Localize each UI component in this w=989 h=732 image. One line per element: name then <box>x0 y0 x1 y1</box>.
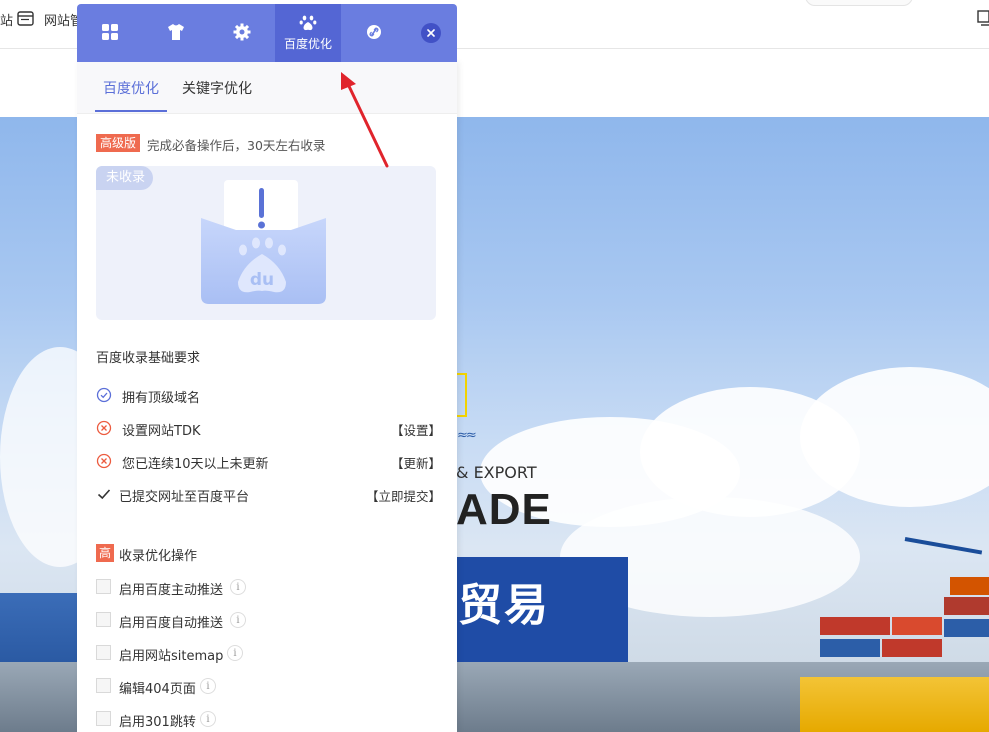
toolbar-settings-button[interactable] <box>209 4 275 62</box>
toolbar-item-label: 百度优化 <box>283 37 332 51</box>
hero-title: ADE <box>456 485 552 534</box>
optimization-option: 启用301跳转 i <box>96 710 396 730</box>
optimization-title: 收录优化操作 <box>119 549 198 564</box>
hero-ship <box>800 677 989 732</box>
toolbar-layout-button[interactable] <box>77 4 143 62</box>
error-circle-icon <box>96 453 112 469</box>
option-checkbox[interactable] <box>96 678 111 693</box>
active-tab-indicator <box>95 110 167 112</box>
site-manage-icon <box>17 11 34 26</box>
hero-cn-title: 贸易 <box>458 580 550 631</box>
option-label: 启用网站sitemap <box>119 649 224 664</box>
option-checkbox[interactable] <box>96 579 111 594</box>
requirement-row: 拥有顶级域名 <box>96 385 441 406</box>
option-label: 启用百度主动推送 <box>119 583 224 598</box>
info-icon[interactable]: i <box>200 711 216 727</box>
set-tdk-link[interactable]: 【设置】 <box>391 420 441 439</box>
advanced-badge: 高 <box>96 544 114 562</box>
toolbar-theme-button[interactable] <box>143 4 209 62</box>
close-panel-button[interactable] <box>421 23 441 43</box>
premium-note: 完成必备操作后，30天左右收录 <box>147 138 326 153</box>
optimization-option: 启用百度主动推送 i <box>96 578 396 598</box>
error-circle-icon <box>96 420 112 436</box>
paw-icon <box>299 15 317 31</box>
shirt-icon <box>168 23 184 40</box>
wave-icon: ≈≈ <box>457 428 477 443</box>
optimization-option: 启用百度自动推送 i <box>96 611 396 631</box>
editor-toolbar: 百度优化 <box>77 4 457 62</box>
preview-icon[interactable] <box>977 10 989 26</box>
topbar-search-pill[interactable] <box>805 0 913 6</box>
close-icon <box>427 29 435 37</box>
hero-crane <box>904 537 983 555</box>
tab-baidu-seo[interactable]: 百度优化 <box>103 78 159 98</box>
toolbar-baidu-seo-button[interactable]: 百度优化 <box>275 4 341 62</box>
info-icon[interactable]: i <box>230 612 246 628</box>
tab-keyword-seo[interactable]: 关键字优化 <box>182 78 252 98</box>
option-label: 编辑404页面 <box>119 682 196 697</box>
info-icon[interactable]: i <box>200 678 216 694</box>
requirement-text: 设置网站TDK <box>122 424 201 439</box>
toolbar-link-button[interactable] <box>341 4 407 62</box>
requirements-title: 百度收录基础要求 <box>96 351 201 366</box>
gear-icon <box>233 23 251 40</box>
requirement-row: 设置网站TDK 【设置】 <box>96 418 441 439</box>
grid-icon <box>102 23 118 40</box>
hero-subtitle: & EXPORT <box>456 463 537 482</box>
info-icon[interactable]: i <box>227 645 243 661</box>
link-icon <box>367 24 381 39</box>
baidu-seo-panel: 百度优化 关键字优化 高级版 完成必备操作后，30天左右收录 未收录 du 百度… <box>77 62 457 732</box>
hero-containers <box>820 577 989 677</box>
optimization-option: 启用网站sitemap i <box>96 644 396 664</box>
annotation-arrow-icon <box>341 72 389 168</box>
requirement-row: 您已连续10天以上未更新 【更新】 <box>96 451 441 472</box>
option-label: 启用301跳转 <box>119 715 196 730</box>
checkmark-icon <box>97 489 111 500</box>
option-checkbox[interactable] <box>96 645 111 660</box>
option-label: 启用百度自动推送 <box>119 616 224 631</box>
check-circle-icon <box>96 387 112 403</box>
requirement-text: 拥有顶级域名 <box>122 391 201 406</box>
option-checkbox[interactable] <box>96 612 111 627</box>
requirement-text: 已提交网址至百度平台 <box>119 490 250 505</box>
requirement-text: 您已连续10天以上未更新 <box>122 457 269 472</box>
option-checkbox[interactable] <box>96 711 111 726</box>
panel-tabs: 百度优化 关键字优化 <box>77 62 457 114</box>
baidu-envelope-icon: du <box>201 180 326 304</box>
baidu-logo-text: du <box>250 270 274 290</box>
index-status-illustration: 未收录 du <box>96 166 436 320</box>
requirement-row: 已提交网址至百度平台 【立即提交】 <box>96 484 441 505</box>
submit-now-link[interactable]: 【立即提交】 <box>366 486 441 505</box>
optimization-option: 编辑404页面 i <box>96 677 396 697</box>
info-icon[interactable]: i <box>230 579 246 595</box>
topbar-partial-label: 站 <box>0 14 14 29</box>
not-indexed-badge: 未收录 <box>96 166 154 190</box>
update-link[interactable]: 【更新】 <box>391 453 441 472</box>
premium-badge: 高级版 <box>96 134 141 152</box>
hero-building <box>0 593 80 673</box>
